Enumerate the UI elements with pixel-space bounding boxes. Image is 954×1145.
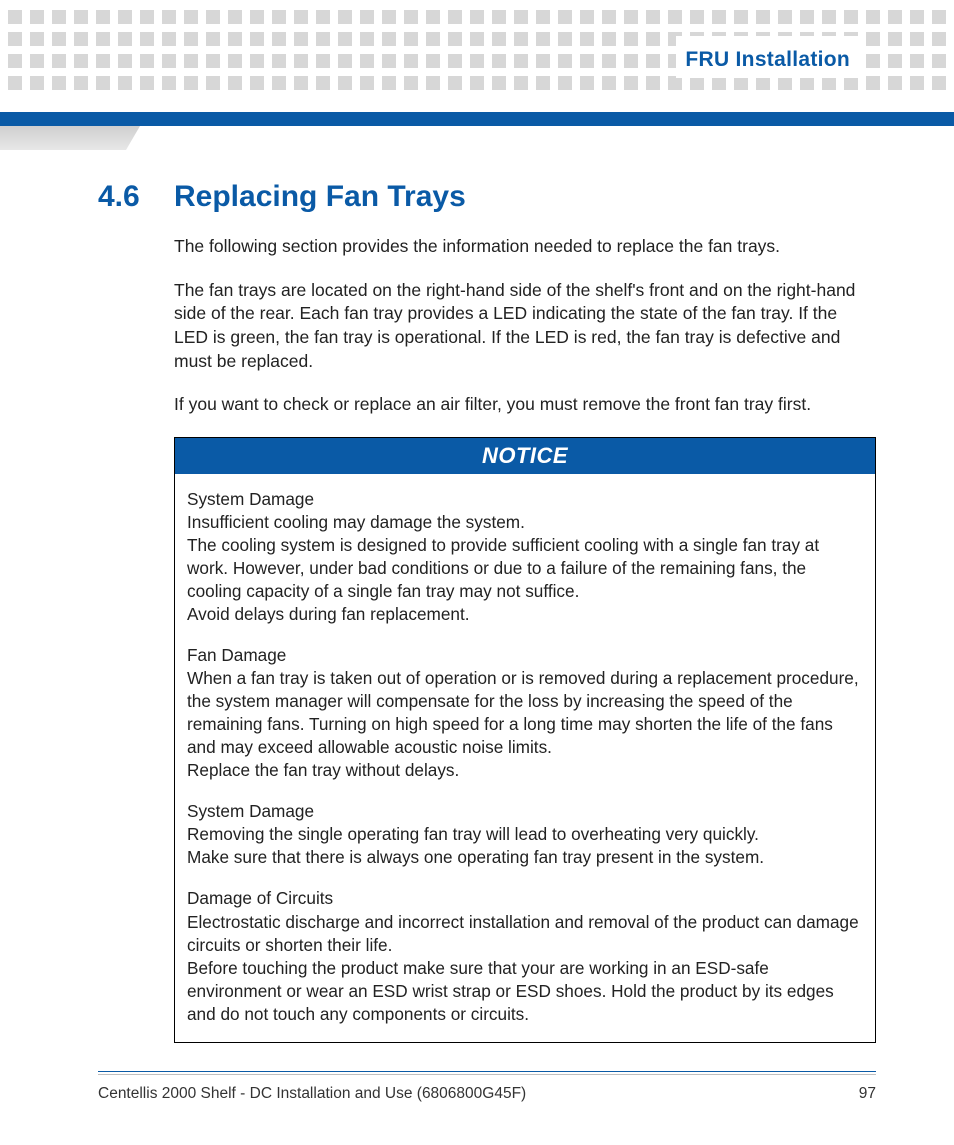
footer-rule-gray [98, 1074, 876, 1075]
footer-page-number: 97 [859, 1085, 876, 1103]
footer-doc-title: Centellis 2000 Shelf - DC Installation a… [98, 1085, 526, 1103]
notice-group: Damage of CircuitsElectrostatic discharg… [187, 887, 863, 1025]
notice-group: Fan DamageWhen a fan tray is taken out o… [187, 644, 863, 782]
notice-line: Removing the single operating fan tray w… [187, 823, 863, 846]
paragraph: If you want to check or replace an air f… [174, 393, 876, 417]
notice-line: When a fan tray is taken out of operatio… [187, 667, 863, 759]
section-number: 4.6 [98, 180, 138, 213]
notice-header: NOTICE [175, 438, 875, 474]
notice-group: System DamageInsufficient cooling may da… [187, 488, 863, 626]
notice-group-title: System Damage [187, 488, 863, 511]
chapter-title: FRU Installation [679, 48, 856, 72]
notice-line: Insufficient cooling may damage the syst… [187, 511, 863, 534]
notice-line: Before touching the product make sure th… [187, 957, 863, 1026]
page-footer: Centellis 2000 Shelf - DC Installation a… [98, 1071, 876, 1104]
paragraph: The fan trays are located on the right-h… [174, 279, 876, 374]
notice-body: System DamageInsufficient cooling may da… [175, 474, 875, 1042]
notice-line: Replace the fan tray without delays. [187, 759, 863, 782]
notice-box: NOTICE System DamageInsufficient cooling… [174, 437, 876, 1043]
notice-line: Avoid delays during fan replacement. [187, 603, 863, 626]
paragraph: The following section provides the infor… [174, 235, 876, 259]
notice-group-title: Fan Damage [187, 644, 863, 667]
footer-rule-blue [98, 1071, 876, 1073]
notice-line: Make sure that there is always one opera… [187, 846, 863, 869]
notice-group-title: System Damage [187, 800, 863, 823]
header-tab-gray [0, 126, 140, 150]
notice-line: Electrostatic discharge and incorrect in… [187, 911, 863, 957]
notice-group: System DamageRemoving the single operati… [187, 800, 863, 869]
section-title: Replacing Fan Trays [174, 180, 466, 213]
page-content: 4.6 Replacing Fan Trays The following se… [98, 180, 876, 1043]
notice-line: The cooling system is designed to provid… [187, 534, 863, 603]
notice-group-title: Damage of Circuits [187, 887, 863, 910]
header-rule-blue [0, 112, 954, 126]
